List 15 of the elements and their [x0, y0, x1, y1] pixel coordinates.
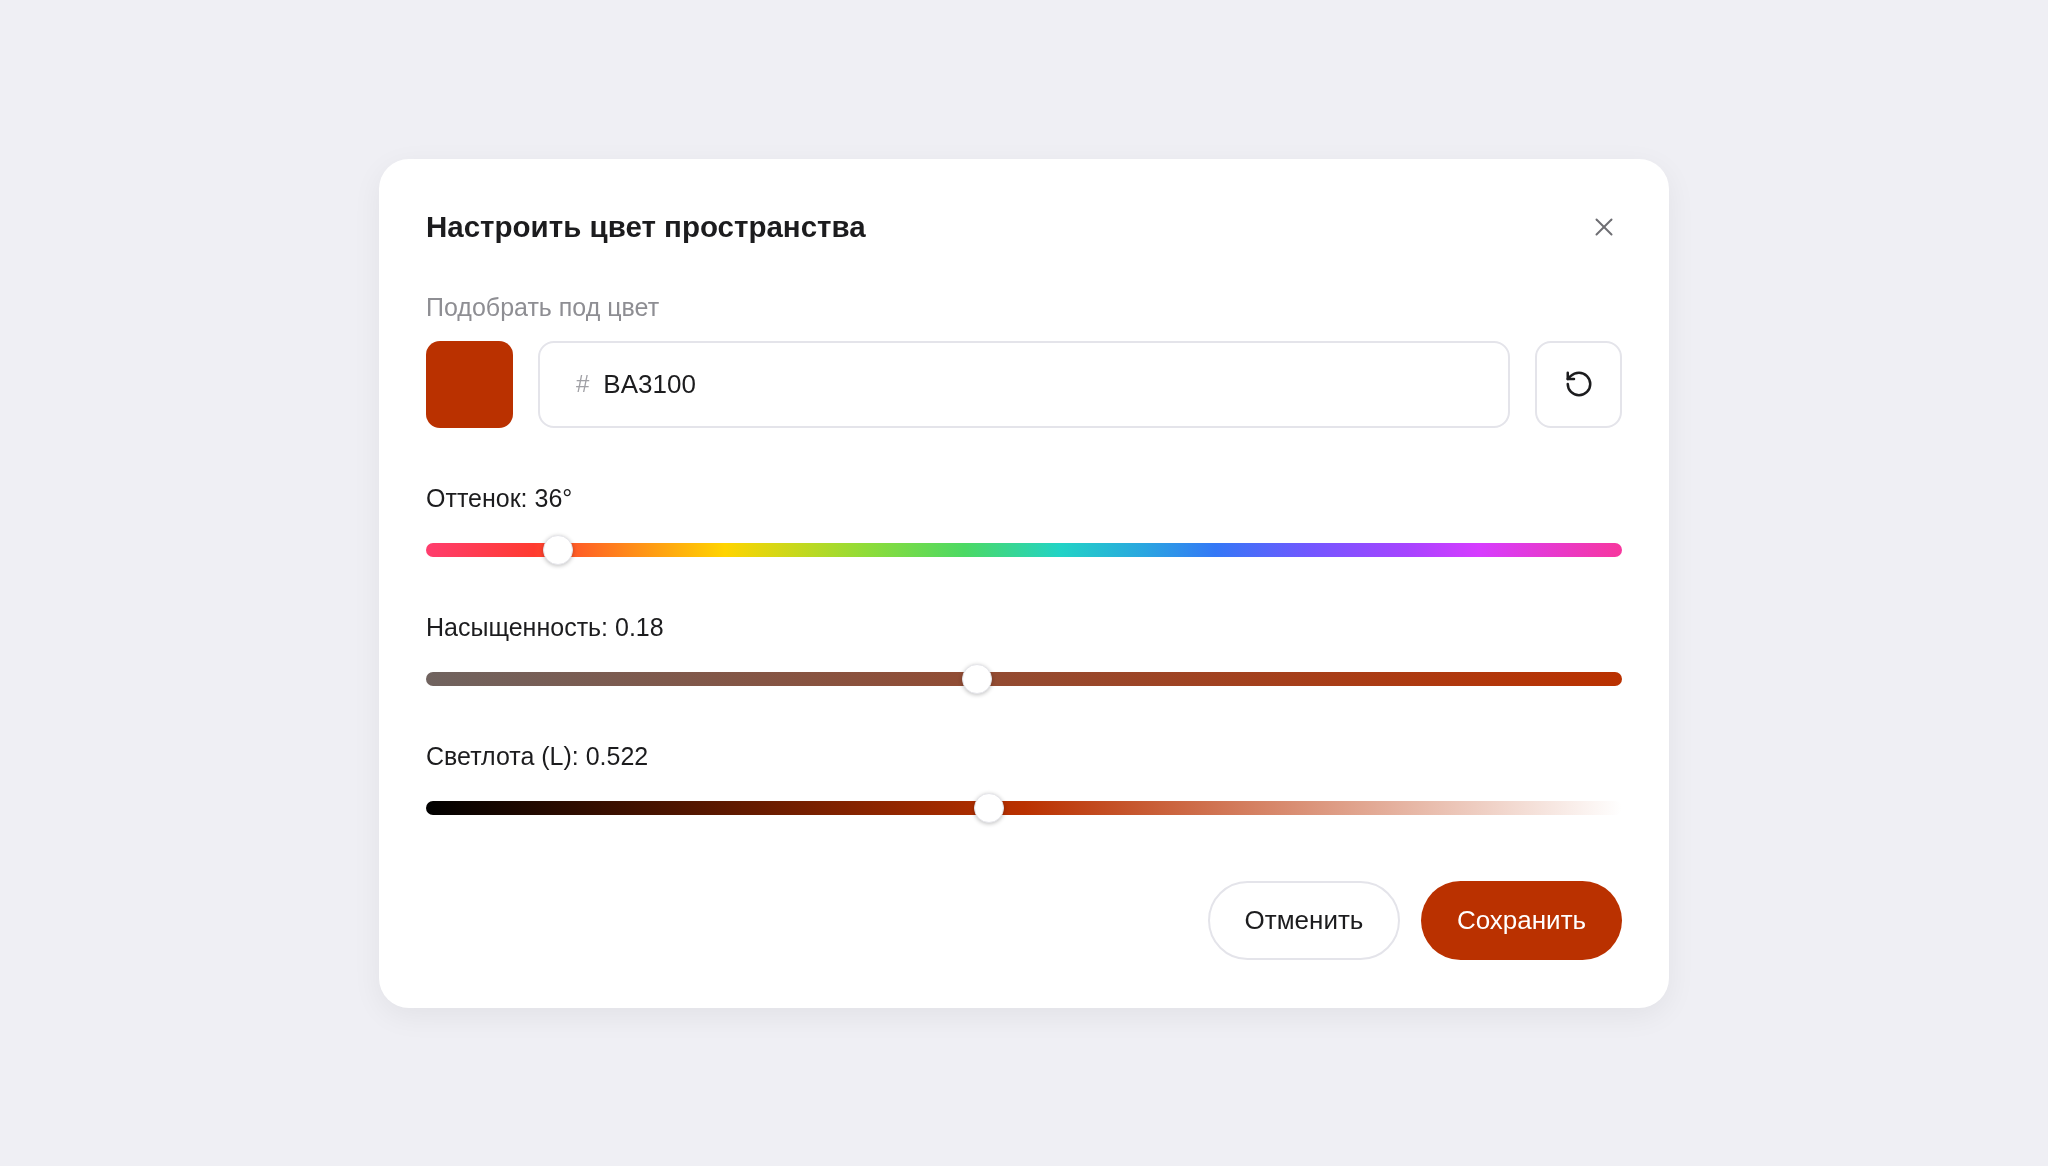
hash-prefix: #	[576, 369, 590, 399]
slider-label: Оттенок: 36°	[426, 482, 573, 513]
slider-label: Светлота (L): 0.522	[426, 740, 649, 771]
slider-thumb[interactable]	[974, 792, 1004, 823]
slider-label: Насыщенность: 0.18	[426, 611, 664, 642]
hex-value: BA3100	[603, 367, 696, 401]
dialog-title: Настроить цвет пространства	[426, 208, 866, 245]
slider-thumb[interactable]	[542, 534, 573, 565]
save-button[interactable]: Сохранить	[1421, 880, 1622, 960]
reset-button[interactable]	[1535, 340, 1622, 428]
slider-thumb[interactable]	[962, 663, 993, 694]
cancel-button[interactable]: Отменить	[1208, 880, 1400, 960]
field-label: Подобрать под цвет	[426, 291, 660, 322]
hex-input-field[interactable]: # BA3100	[538, 340, 1510, 428]
color-swatch-icon[interactable]	[426, 340, 513, 428]
